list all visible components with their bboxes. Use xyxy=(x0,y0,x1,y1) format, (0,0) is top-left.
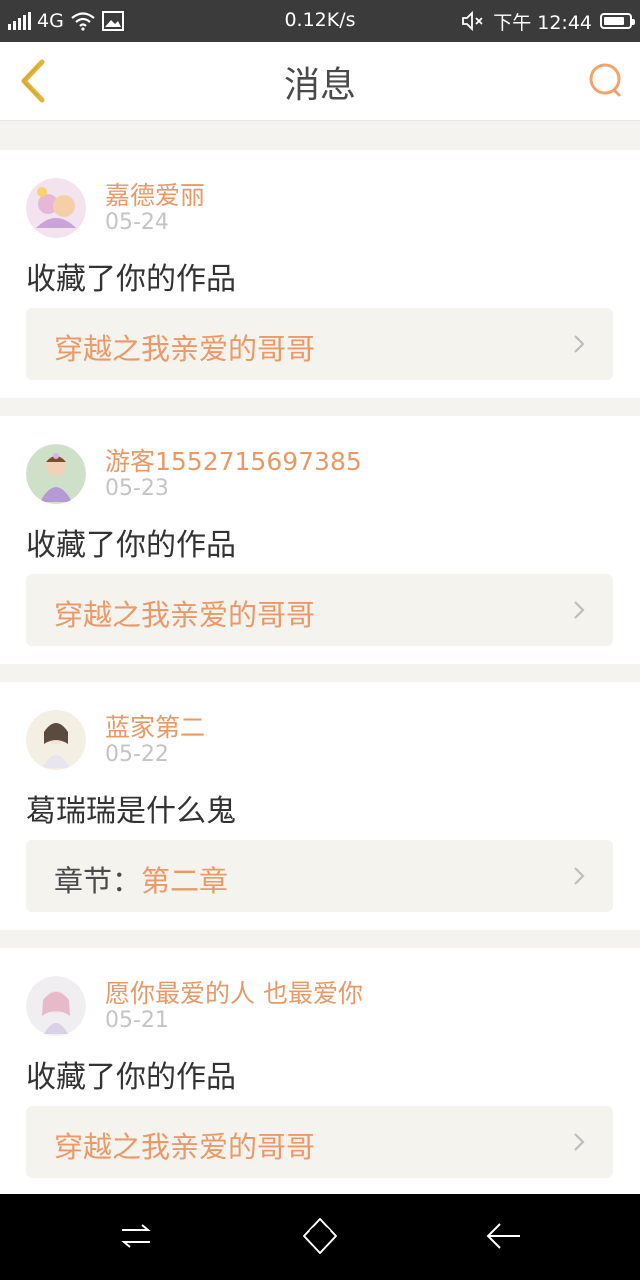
message-date: 05-22 xyxy=(105,742,169,767)
back-arrow-icon xyxy=(486,1223,520,1249)
avatar[interactable] xyxy=(26,976,86,1036)
link-text: 章节：第二章 xyxy=(54,858,228,900)
message-date: 05-21 xyxy=(105,1008,169,1033)
link-title: 穿越之我亲爱的哥哥 xyxy=(54,1130,316,1164)
recent-apps-button[interactable] xyxy=(116,1216,156,1256)
username[interactable]: 嘉德爱丽 xyxy=(105,176,205,212)
back-button[interactable] xyxy=(14,56,54,106)
message-date: 05-24 xyxy=(105,210,169,235)
work-link[interactable]: 穿越之我亲爱的哥哥 xyxy=(26,1106,613,1178)
username[interactable]: 愿你最爱的人 也最爱你 xyxy=(105,974,363,1010)
link-text: 穿越之我亲爱的哥哥 xyxy=(54,326,315,368)
avatar[interactable] xyxy=(26,178,86,238)
message-text: 收藏了你的作品 xyxy=(26,1060,236,1095)
message-card: 嘉德爱丽 05-24 收藏了你的作品 穿越之我亲爱的哥哥 xyxy=(0,150,640,398)
clock: 下午 12:44 xyxy=(493,11,592,34)
username[interactable]: 蓝家第二 xyxy=(105,708,205,744)
status-bar: 4G 0.12K/s 下午 12:44 xyxy=(0,0,640,42)
chevron-right-icon xyxy=(574,867,585,885)
message-card: 蓝家第二 05-22 葛瑞瑞是什么鬼 章节：第二章 xyxy=(0,682,640,930)
link-title: 穿越之我亲爱的哥哥 xyxy=(54,598,316,632)
chevron-left-icon xyxy=(21,59,45,103)
work-link[interactable]: 穿越之我亲爱的哥哥 xyxy=(26,308,613,380)
avatar[interactable] xyxy=(26,444,86,504)
menu-switch-icon xyxy=(121,1224,151,1248)
message-card: 愿你最爱的人 也最爱你 05-21 收藏了你的作品 穿越之我亲爱的哥哥 xyxy=(0,948,640,1196)
home-icon xyxy=(303,1218,337,1254)
image-notification-icon xyxy=(101,11,124,31)
link-prefix: 章节： xyxy=(54,864,142,898)
chevron-right-icon xyxy=(574,1133,585,1151)
message-text: 收藏了你的作品 xyxy=(26,262,236,297)
back-nav-button[interactable] xyxy=(484,1216,524,1256)
app-header: 消息 xyxy=(0,42,640,121)
link-text: 穿越之我亲爱的哥哥 xyxy=(54,1124,315,1166)
chevron-right-icon xyxy=(574,335,585,353)
mute-icon xyxy=(462,11,483,31)
link-text: 穿越之我亲爱的哥哥 xyxy=(54,592,315,634)
message-text: 收藏了你的作品 xyxy=(26,528,236,563)
chapter-link[interactable]: 章节：第二章 xyxy=(26,840,613,912)
message-card: 游客1552715697385 05-23 收藏了你的作品 穿越之我亲爱的哥哥 xyxy=(0,416,640,664)
work-link[interactable]: 穿越之我亲爱的哥哥 xyxy=(26,574,613,646)
status-right: 下午 12:44 xyxy=(461,0,635,42)
network-type: 4G xyxy=(37,10,64,32)
wifi-icon xyxy=(71,12,95,31)
message-date: 05-23 xyxy=(105,476,169,501)
message-list: 嘉德爱丽 05-24 收藏了你的作品 穿越之我亲爱的哥哥 游客155271569… xyxy=(0,150,640,1214)
battery-icon xyxy=(600,13,635,29)
message-text: 葛瑞瑞是什么鬼 xyxy=(26,794,236,829)
chevron-right-icon xyxy=(574,601,585,619)
search-button[interactable] xyxy=(586,60,626,100)
status-left: 4G xyxy=(8,0,124,42)
system-nav-bar xyxy=(0,1194,640,1280)
avatar[interactable] xyxy=(26,710,86,770)
link-title: 穿越之我亲爱的哥哥 xyxy=(54,332,316,366)
page-title: 消息 xyxy=(283,65,356,106)
username[interactable]: 游客1552715697385 xyxy=(105,442,362,478)
search-icon xyxy=(589,63,621,97)
home-button[interactable] xyxy=(300,1216,340,1256)
signal-icon xyxy=(8,12,31,30)
link-title: 第二章 xyxy=(141,864,229,898)
